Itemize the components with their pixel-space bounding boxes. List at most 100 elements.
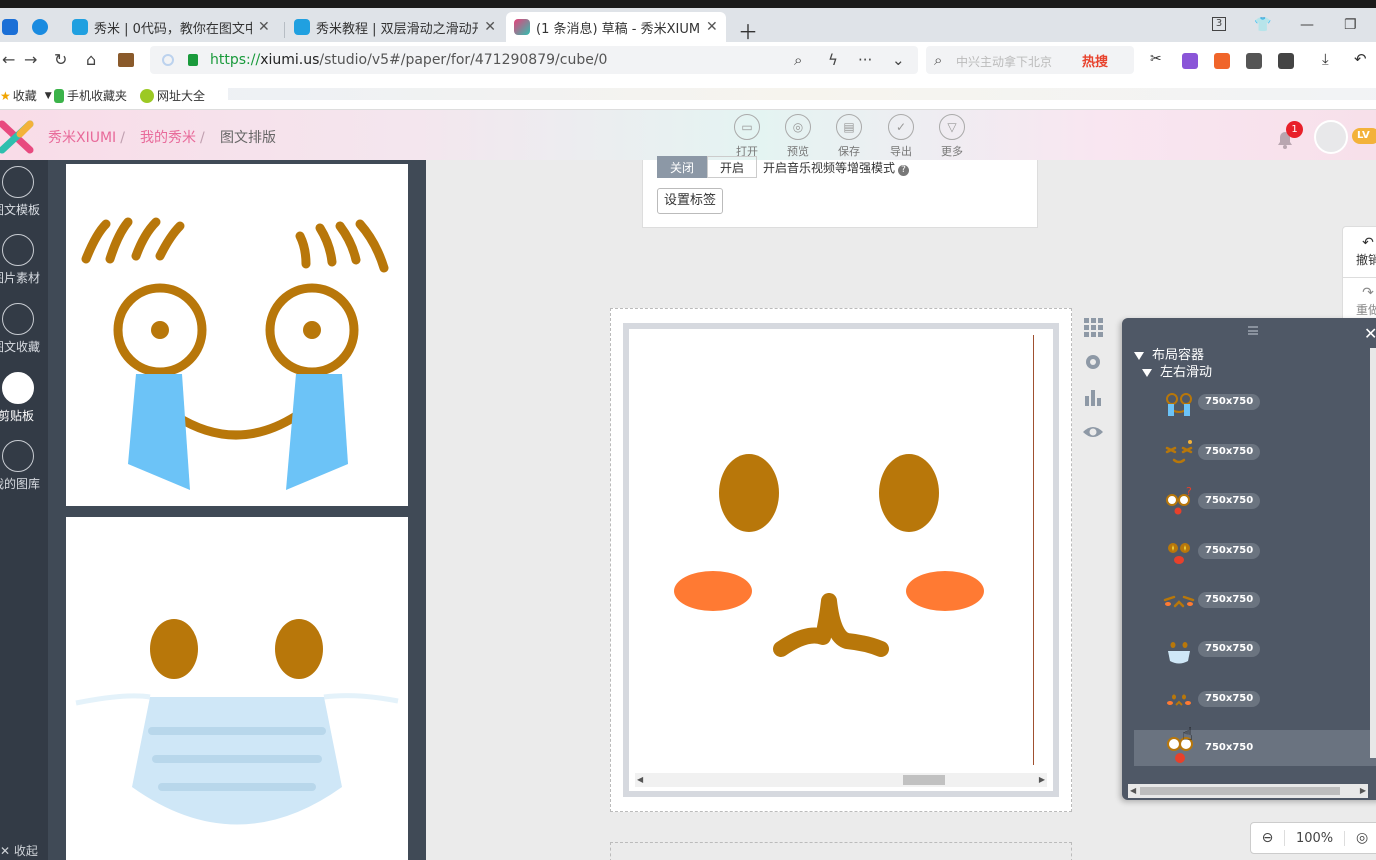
pinned-tab[interactable] bbox=[24, 12, 58, 42]
rail-label: 我的图库 bbox=[0, 477, 41, 491]
back-icon[interactable]: ← bbox=[2, 50, 15, 69]
reload-icon[interactable]: ↻ bbox=[54, 50, 67, 69]
chevron-down-icon[interactable]: ⌄ bbox=[892, 51, 905, 69]
redo-button[interactable]: ↷ 重做 bbox=[1353, 285, 1376, 318]
tab-xiumi-draft[interactable]: (1 条消息) 草稿 - 秀米XIUMI ✕ bbox=[506, 12, 726, 42]
xiumi-logo-icon[interactable] bbox=[0, 120, 34, 154]
reader-icon[interactable] bbox=[1246, 53, 1262, 69]
save-button[interactable]: ▤ 保存 bbox=[827, 114, 871, 159]
layer-tree-panel: ✕ 布局容器 左右滑动 750x750 750x750 ? 750x750 75… bbox=[1122, 318, 1376, 800]
zoom-icon[interactable]: ⌕ bbox=[794, 51, 802, 69]
toggle-off[interactable]: 关闭 bbox=[657, 156, 708, 178]
layer-item[interactable]: 750x750 bbox=[1134, 434, 1376, 470]
preview-icon: ◎ bbox=[785, 114, 811, 140]
help-icon[interactable]: ? bbox=[898, 165, 910, 176]
next-section-placeholder[interactable] bbox=[610, 842, 1072, 860]
layout-container[interactable]: ◀ ▶ bbox=[623, 323, 1059, 797]
bookmark-mobile[interactable]: 手机收藏夹 bbox=[54, 87, 127, 104]
translate-icon[interactable] bbox=[1182, 53, 1198, 69]
collapse-button[interactable]: ✕ 收起 bbox=[0, 842, 38, 859]
chart-icon[interactable] bbox=[1082, 386, 1104, 408]
apps-icon[interactable] bbox=[1278, 53, 1294, 69]
bookmark-label: 手机收藏夹 bbox=[67, 89, 128, 103]
briefcase-icon[interactable] bbox=[118, 53, 134, 67]
rail-item-templates[interactable]: 图文模板 bbox=[0, 166, 48, 218]
tree-horizontal-scrollbar[interactable]: ◀ ▶ bbox=[1128, 784, 1368, 798]
zoom-level[interactable]: 100% bbox=[1285, 830, 1346, 846]
layer-size-label: 750x750 bbox=[1198, 543, 1261, 559]
rail-item-favorites[interactable]: 图文收藏 bbox=[0, 303, 48, 355]
tree-vertical-scrollbar[interactable] bbox=[1370, 348, 1376, 758]
layer-item[interactable]: 750x750 bbox=[1134, 582, 1376, 618]
shy-face-image[interactable] bbox=[631, 331, 1033, 769]
export-button[interactable]: ✓ 导出 bbox=[879, 114, 923, 159]
grid-icon[interactable] bbox=[1082, 316, 1104, 338]
set-tag-button[interactable]: 设置标签 bbox=[657, 188, 724, 214]
more-button[interactable]: ▽ 更多 bbox=[930, 114, 974, 159]
slide-canvas[interactable]: ◀ ▶ bbox=[610, 308, 1072, 812]
preview-button[interactable]: ◎ 预览 bbox=[776, 114, 820, 159]
redo-label: 重做 bbox=[1355, 303, 1376, 317]
bookmark-sites[interactable]: 网址大全 bbox=[140, 87, 205, 104]
scroll-left-icon[interactable]: ◀ bbox=[1130, 786, 1136, 795]
forward-icon[interactable]: → bbox=[24, 50, 37, 69]
layer-item[interactable]: ? 750x750 bbox=[1134, 483, 1376, 519]
close-icon[interactable]: ✕ bbox=[1364, 324, 1376, 343]
breadcrumb-my-xiumi[interactable]: 我的秀米 / bbox=[140, 127, 205, 147]
new-tab-button[interactable]: ＋ bbox=[738, 16, 758, 45]
layer-item[interactable]: 750x750 bbox=[1134, 681, 1376, 717]
more-icon[interactable]: ··· bbox=[858, 51, 872, 69]
toggle-on[interactable]: 开启 bbox=[707, 156, 758, 178]
undo-button[interactable]: ↶ 撤销 bbox=[1353, 235, 1376, 268]
lightning-icon[interactable]: ϟ bbox=[828, 51, 838, 69]
avatar[interactable] bbox=[1314, 120, 1348, 154]
layer-item[interactable]: 750x750 bbox=[1134, 533, 1376, 569]
undo-icon[interactable]: ↶ bbox=[1354, 50, 1370, 68]
rail-item-clipboard[interactable]: 剪贴板 bbox=[0, 372, 48, 424]
breadcrumb-home[interactable]: 秀米XIUMI / bbox=[48, 127, 125, 147]
gear-icon[interactable] bbox=[1082, 351, 1104, 373]
close-icon[interactable]: ✕ bbox=[484, 19, 496, 35]
export-label: 导出 bbox=[890, 145, 912, 158]
close-icon[interactable]: ✕ bbox=[258, 19, 270, 35]
url-field[interactable]: https://xiumi.us/studio/v5#/paper/for/47… bbox=[150, 46, 918, 74]
rail-item-gallery[interactable]: 我的图库 bbox=[0, 440, 48, 492]
scroll-thumb[interactable] bbox=[1140, 787, 1340, 795]
enhance-mode-toggle[interactable]: 关闭 开启 bbox=[657, 156, 758, 178]
scroll-right-icon[interactable]: ▶ bbox=[1039, 775, 1045, 784]
tree-node-horizontal-slide[interactable]: 左右滑动 bbox=[1142, 361, 1212, 380]
scroll-right-icon[interactable]: ▶ bbox=[1360, 786, 1366, 795]
scroll-thumb[interactable] bbox=[903, 775, 945, 785]
browser-menu-button[interactable] bbox=[0, 12, 18, 42]
close-icon[interactable]: ✕ bbox=[706, 19, 718, 35]
search-input[interactable]: ⌕ 中兴主动拿下北京 热搜 bbox=[926, 46, 1134, 74]
bookmark-favorites[interactable]: ★ 收藏 ▼ bbox=[0, 87, 52, 104]
clipboard-card-crying-face[interactable] bbox=[66, 164, 408, 506]
restore-button[interactable]: ❐ bbox=[1344, 17, 1357, 33]
eye-icon[interactable] bbox=[1082, 421, 1104, 443]
layer-size-label: 750x750 bbox=[1198, 444, 1261, 460]
clipboard-card-mask-face[interactable] bbox=[66, 517, 408, 860]
download-icon[interactable]: ⤓ bbox=[1322, 50, 1338, 68]
tab-count-badge[interactable]: 3 bbox=[1212, 17, 1226, 31]
horizontal-scrollbar[interactable]: ◀ ▶ bbox=[635, 773, 1047, 787]
zoom-out-button[interactable]: ⊖ bbox=[1251, 830, 1285, 846]
tab-xiumi-tutorial-1[interactable]: 秀米 | 0代码，教你在图文中做 ✕ bbox=[64, 12, 282, 42]
search-icon: ⌕ bbox=[934, 51, 943, 69]
layer-item[interactable]: 750x750 bbox=[1134, 631, 1376, 667]
game-icon[interactable] bbox=[1214, 53, 1230, 69]
layer-item-selected[interactable]: 750x750 bbox=[1134, 730, 1376, 766]
zoom-fit-button[interactable]: ◎ bbox=[1345, 830, 1376, 846]
tab-label: 秀米教程 | 双层滑动之滑动开启 bbox=[316, 21, 479, 37]
shirt-icon[interactable]: 👕 bbox=[1254, 17, 1271, 33]
tab-xiumi-tutorial-2[interactable]: 秀米教程 | 双层滑动之滑动开启 ✕ bbox=[286, 12, 504, 42]
hot-search-label[interactable]: 热搜 bbox=[1082, 51, 1108, 70]
layer-item[interactable]: 750x750 bbox=[1134, 384, 1376, 420]
drag-handle-icon[interactable] bbox=[1248, 326, 1258, 335]
minimize-button[interactable]: — bbox=[1300, 17, 1314, 33]
scissors-icon[interactable]: ✂ bbox=[1150, 51, 1166, 67]
rail-item-images[interactable]: 图片素材 bbox=[0, 234, 48, 286]
home-icon[interactable]: ⌂ bbox=[86, 50, 96, 69]
open-button[interactable]: ▭ 打开 bbox=[725, 114, 769, 159]
scroll-left-icon[interactable]: ◀ bbox=[637, 775, 643, 784]
